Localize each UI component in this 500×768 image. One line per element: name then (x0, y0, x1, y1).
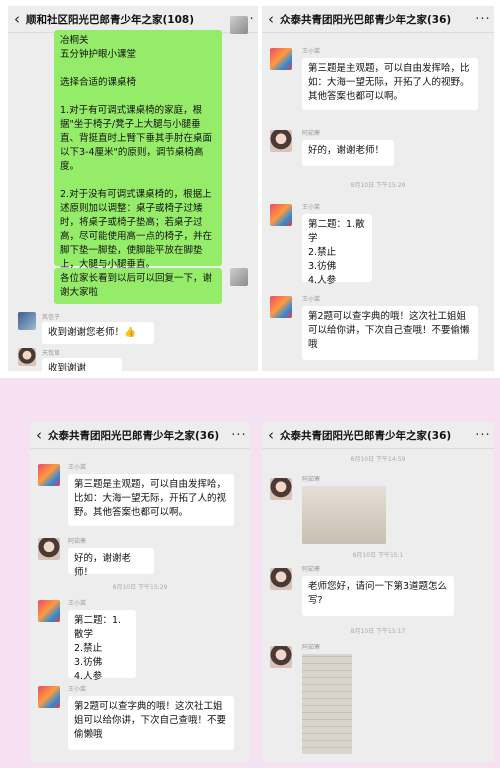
message-bubble: 第三题是主观题，可以自由发挥哈，比如：大海一望无际，开拓了人的视野。其他答案也都… (302, 58, 478, 110)
chat-screenshot-1: ‹ 顺和社区阳光巴郎青少年之家(108) ··· 冶桐关 五分钟护眼小课堂 选择… (8, 6, 258, 371)
chat-header: ‹ 众泰共青团阳光巴郎青少年之家(36) ··· (30, 422, 250, 449)
message-bubble: 第三题是主观题，可以自由发挥哈，比如：大海一望无际，开拓了人的视野。其他答案也都… (68, 474, 234, 526)
avatar[interactable] (38, 538, 60, 560)
timestamp: 8月10日 下午15:29 (350, 182, 406, 189)
timestamp: 8月10日 下午14:59 (350, 456, 406, 463)
avatar[interactable] (270, 204, 292, 226)
avatar[interactable] (38, 464, 60, 486)
chat-header: ‹ 众泰共青团阳光巴郎青少年之家(36) ··· (262, 422, 494, 449)
sender-name: 风信子 (42, 314, 61, 321)
timestamp: 8月10日 下午15:1 (352, 552, 404, 559)
sender-name: 王小菜 (68, 686, 87, 693)
avatar[interactable] (270, 646, 292, 668)
message-bubble: 收到谢谢您老师！👍 (42, 322, 154, 344)
sender-name: 阿茹寒 (302, 644, 321, 651)
message-bubble: 第2题可以查字典的哦！这次社工姐姐可以给你讲，下次自己查哦！不要偷懒哦 (302, 306, 478, 360)
photo-message[interactable] (302, 486, 386, 544)
chat-header: ‹ 众泰共青团阳光巴郎青少年之家(36) ··· (262, 6, 494, 33)
avatar[interactable] (18, 348, 36, 366)
sender-name: 王小菜 (302, 204, 321, 211)
timestamp: 8月10日 下午15:17 (350, 628, 406, 635)
avatar[interactable] (38, 600, 60, 622)
back-icon[interactable]: ‹ (30, 426, 48, 444)
avatar[interactable] (38, 686, 60, 708)
avatar[interactable] (230, 268, 248, 286)
message-bubble: 好的，谢谢老师！ (68, 548, 154, 578)
sender-name: 阿茹寒 (302, 476, 321, 483)
chat-header: ‹ 顺和社区阳光巴郎青少年之家(108) ··· (8, 6, 258, 33)
chat-title: 众泰共青团阳光巴郎青少年之家(36) (280, 13, 452, 26)
chat-title: 众泰共青团阳光巴郎青少年之家(36) (48, 429, 220, 442)
avatar[interactable] (230, 16, 248, 34)
avatar[interactable] (270, 130, 292, 152)
chat-screenshot-3: ‹ 众泰共青团阳光巴郎青少年之家(36) ··· 王小菜 第三题是主观题，可以自… (30, 422, 250, 762)
message-bubble: 第二题：1.散学 2.禁止 3.彷佛 4.人参 (68, 610, 136, 682)
back-icon[interactable]: ‹ (262, 426, 280, 444)
sender-name: 阿茹寒 (302, 566, 321, 573)
chat-screenshot-4: ‹ 众泰共青团阳光巴郎青少年之家(36) ··· 8月10日 下午14:59 阿… (262, 422, 494, 762)
sender-name: 王小菜 (302, 296, 321, 303)
more-icon[interactable]: ··· (472, 428, 494, 443)
photo-message[interactable] (302, 654, 352, 754)
timestamp: 8月10日 下午15:29 (112, 584, 168, 591)
message-bubble: 老师您好，请问一下第3道题怎么写? (302, 576, 454, 616)
back-icon[interactable]: ‹ (8, 10, 26, 28)
sender-name: 王小菜 (68, 464, 87, 471)
sender-name: 天忱草 (42, 350, 61, 357)
more-icon[interactable]: ··· (228, 428, 250, 443)
message-bubble: 第2题可以查字典的哦！这次社工姐姐可以给你讲，下次自己查哦！不要偷懒哦 (68, 696, 234, 750)
avatar[interactable] (270, 296, 292, 318)
sender-name: 王小菜 (68, 600, 87, 607)
chat-title: 顺和社区阳光巴郎青少年之家(108) (26, 13, 195, 26)
message-bubble: 冶桐关 五分钟护眼小课堂 选择合适的课桌椅 1.对于有可调式课桌椅的家庭，根据"… (54, 30, 222, 270)
chat-screenshot-2: ‹ 众泰共青团阳光巴郎青少年之家(36) ··· 王小菜 第三题是主观题，可以自… (262, 6, 494, 371)
sender-name: 王小菜 (302, 48, 321, 55)
message-bubble: 收到谢谢 (42, 358, 122, 371)
sender-name: 阿茹寒 (68, 538, 87, 545)
back-icon[interactable]: ‹ (262, 10, 280, 28)
chat-title: 众泰共青团阳光巴郎青少年之家(36) (280, 429, 452, 442)
message-bubble: 第二题：1.散学 2.禁止 3.彷佛 4.人参 (302, 214, 372, 286)
avatar[interactable] (270, 48, 292, 70)
avatar[interactable] (270, 568, 292, 590)
avatar[interactable] (270, 478, 292, 500)
message-bubble: 各位家长看到以后可以回复一下，谢谢大家啦 (54, 268, 222, 304)
more-icon[interactable]: ··· (472, 12, 494, 27)
message-bubble: 好的，谢谢老师！ (302, 140, 394, 166)
avatar[interactable] (18, 312, 36, 330)
sender-name: 阿茹寒 (302, 130, 321, 137)
